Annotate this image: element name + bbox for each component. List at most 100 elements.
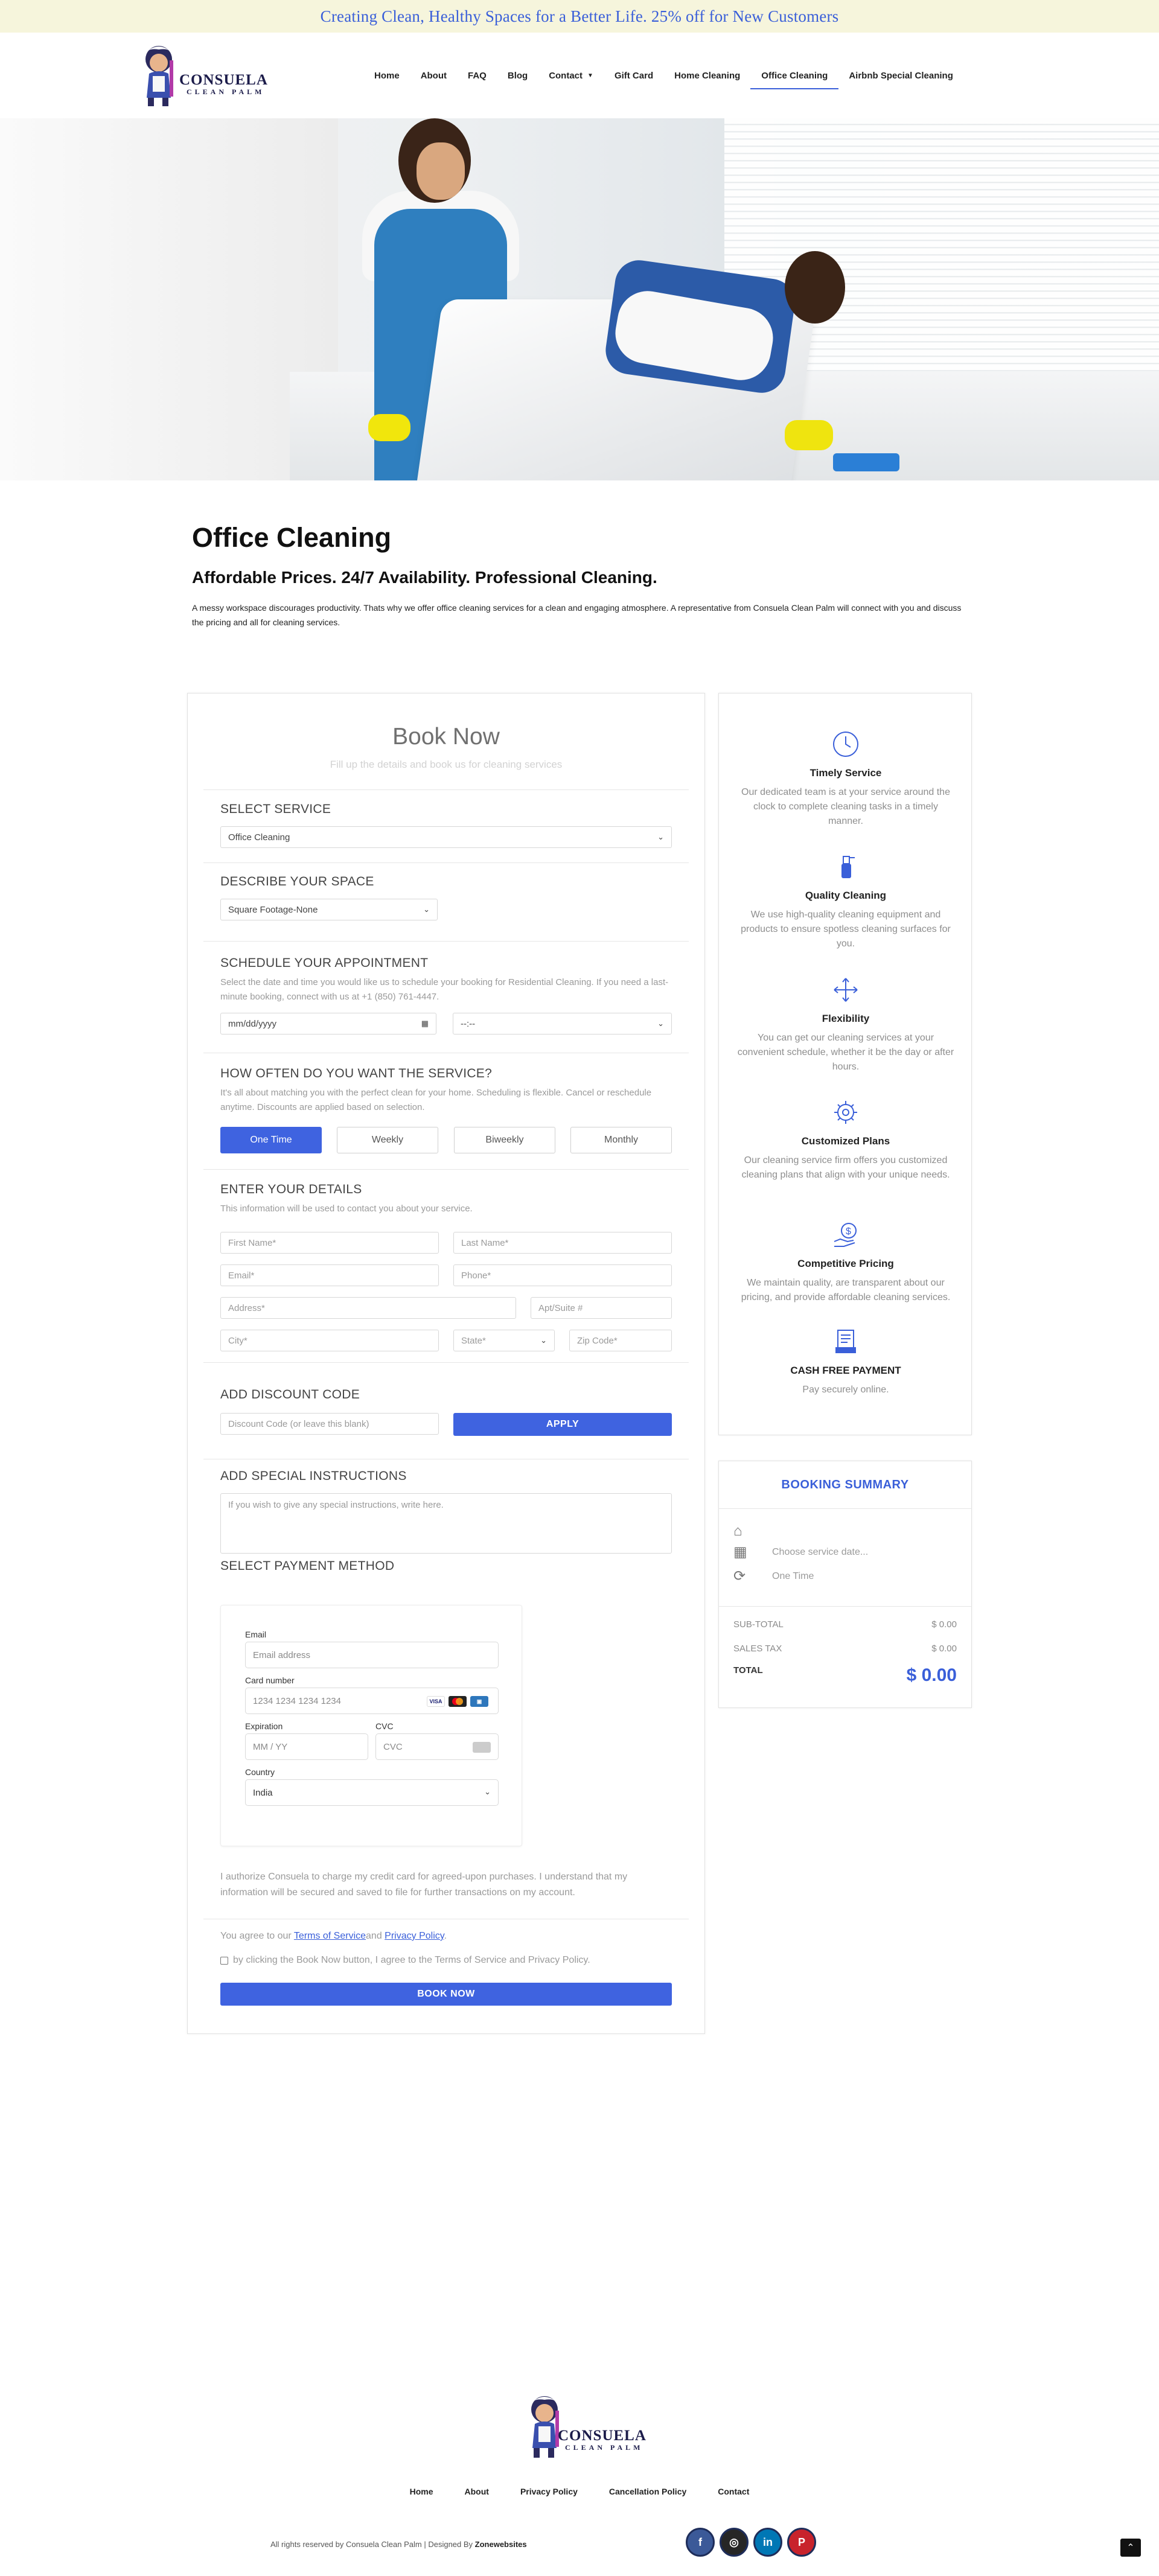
linkedin-icon[interactable]: in <box>753 2528 782 2557</box>
social-links: f ◎ in P <box>686 2528 821 2557</box>
nav-about[interactable]: About <box>421 66 447 86</box>
refresh-icon: ⟳ <box>733 1568 746 1584</box>
schedule-heading: SCHEDULE YOUR APPOINTMENT <box>220 956 429 970</box>
nav-blog[interactable]: Blog <box>508 66 528 86</box>
footer-link-cancellation[interactable]: Cancellation Policy <box>609 2487 686 2496</box>
time-select[interactable]: --:-- ⌄ <box>453 1013 672 1035</box>
nav-home-cleaning[interactable]: Home Cleaning <box>674 66 740 86</box>
pinterest-icon[interactable]: P <box>787 2528 816 2557</box>
freq-weekly[interactable]: Weekly <box>337 1127 438 1153</box>
discount-section: ADD DISCOUNT CODE Discount Code (or leav… <box>220 1388 672 1436</box>
square-footage-select[interactable]: Square Footage-None ⌄ <box>220 899 438 920</box>
square-footage-value: Square Footage-None <box>228 904 318 915</box>
city-input[interactable]: City* <box>220 1330 439 1351</box>
book-now-button[interactable]: BOOK NOW <box>220 1983 672 2006</box>
freq-biweekly[interactable]: Biweekly <box>454 1127 555 1153</box>
summary-title: BOOKING SUMMARY <box>781 1478 909 1491</box>
footer-link-privacy[interactable]: Privacy Policy <box>520 2487 578 2496</box>
nav-contact-label: Contact <box>549 70 583 81</box>
facebook-icon[interactable]: f <box>686 2528 715 2557</box>
caret-down-icon: ▼ <box>587 72 593 79</box>
chevron-down-icon: ⌄ <box>423 905 430 914</box>
nav-contact[interactable]: Contact ▼ <box>549 66 593 86</box>
logo-subtitle: CLEAN PALM <box>187 87 265 96</box>
card-number-label: Card number <box>245 1675 295 1685</box>
select-service-heading: SELECT SERVICE <box>220 802 331 816</box>
logo-title: CONSUELA <box>179 71 268 88</box>
svg-text:$: $ <box>846 1226 851 1237</box>
summary-frequency: One Time <box>772 1570 814 1581</box>
summary-date: Choose service date... <box>772 1546 869 1557</box>
terms-link[interactable]: Terms of Service <box>294 1931 366 1941</box>
apt-input[interactable]: Apt/Suite # <box>531 1297 672 1319</box>
freq-one-time[interactable]: One Time <box>220 1127 322 1153</box>
time-placeholder: --:-- <box>461 1018 476 1029</box>
email-input[interactable]: Email* <box>220 1264 439 1286</box>
card-payment-form: Email Email address Card number 1234 123… <box>220 1605 522 1846</box>
service-select[interactable]: Office Cleaning ⌄ <box>220 826 672 848</box>
nav-gift-card[interactable]: Gift Card <box>615 66 653 86</box>
country-label: Country <box>245 1767 275 1777</box>
describe-space-heading: DESCRIBE YOUR SPACE <box>220 875 374 888</box>
footer-link-contact[interactable]: Contact <box>718 2487 749 2496</box>
card-email-label: Email <box>245 1630 267 1639</box>
nav-faq[interactable]: FAQ <box>468 66 487 86</box>
first-name-input[interactable]: First Name* <box>220 1232 439 1254</box>
date-input[interactable]: mm/dd/yyyy ▦ <box>220 1013 436 1035</box>
nav-airbnb-cleaning[interactable]: Airbnb Special Cleaning <box>849 66 953 86</box>
feature-description: Our cleaning service firm offers you cus… <box>741 1155 950 1180</box>
site-logo[interactable]: CONSUELA CLEAN PALM <box>136 42 268 109</box>
feature-title: Customized Plans <box>801 1135 890 1147</box>
calendar-icon: ▦ <box>733 1544 747 1560</box>
gear-icon <box>831 1098 860 1127</box>
cvc-input[interactable]: CVC <box>375 1733 499 1760</box>
date-placeholder: mm/dd/yyyy <box>228 1018 277 1029</box>
hero-image <box>0 118 1159 480</box>
card-number-placeholder: 1234 1234 1234 1234 <box>253 1695 341 1706</box>
total-label: TOTAL <box>733 1665 763 1675</box>
card-email-input[interactable]: Email address <box>245 1642 499 1668</box>
divider <box>203 862 689 863</box>
chevron-down-icon: ⌄ <box>657 1019 664 1028</box>
instagram-icon[interactable]: ◎ <box>720 2528 749 2557</box>
mastercard-icon <box>449 1696 467 1707</box>
agreement-section: You agree to our Terms of Serviceand Pri… <box>220 1931 672 1966</box>
divider <box>203 941 689 942</box>
apply-discount-button[interactable]: APPLY <box>453 1413 672 1436</box>
feature-description: Pay securely online. <box>802 1385 889 1395</box>
expiration-input[interactable]: MM / YY <box>245 1733 368 1760</box>
subtotal-label: SUB-TOTAL <box>733 1619 784 1630</box>
service-select-value: Office Cleaning <box>228 832 290 843</box>
intro-text: A messy workspace discourages productivi… <box>192 603 962 627</box>
schedule-section: SCHEDULE YOUR APPOINTMENT Select the dat… <box>220 956 672 1035</box>
instructions-section: ADD SPECIAL INSTRUCTIONS If you wish to … <box>220 1469 672 1554</box>
cvc-label: CVC <box>375 1721 394 1731</box>
divider <box>203 1362 689 1363</box>
nav-home[interactable]: Home <box>374 66 400 86</box>
footer-link-about[interactable]: About <box>465 2487 489 2496</box>
divider <box>203 789 689 790</box>
footer-logo[interactable]: CONSUELA CLEAN PALM <box>522 2390 646 2469</box>
freq-monthly[interactable]: Monthly <box>570 1127 672 1153</box>
last-name-input[interactable]: Last Name* <box>453 1232 672 1254</box>
country-select[interactable]: India ⌄ <box>245 1779 499 1806</box>
privacy-link[interactable]: Privacy Policy <box>385 1931 444 1941</box>
zip-input[interactable]: Zip Code* <box>569 1330 672 1351</box>
footer-link-home[interactable]: Home <box>410 2487 433 2496</box>
phone-input[interactable]: Phone* <box>453 1264 672 1286</box>
feature-description: We use high-quality cleaning equipment a… <box>741 910 951 949</box>
instructions-textarea[interactable]: If you wish to give any special instruct… <box>220 1493 672 1554</box>
nav-office-cleaning[interactable]: Office Cleaning <box>750 66 839 89</box>
authorize-section: I authorize Consuela to charge my credit… <box>220 1864 672 1901</box>
card-number-input[interactable]: 1234 1234 1234 1234 VISA ▣ <box>245 1688 499 1714</box>
address-input[interactable]: Address* <box>220 1297 516 1319</box>
scroll-to-top-icon[interactable]: ⌃ <box>1120 2539 1141 2557</box>
subtotal-value: $ 0.00 <box>931 1619 957 1630</box>
designer-link[interactable]: Zonewebsites <box>475 2540 527 2549</box>
state-select[interactable]: State* ⌄ <box>453 1330 555 1351</box>
frequency-section: HOW OFTEN DO YOU WANT THE SERVICE? It's … <box>220 1066 672 1153</box>
discount-code-input[interactable]: Discount Code (or leave this blank) <box>220 1413 439 1435</box>
arrows-icon <box>831 975 860 1004</box>
agreement-checkbox[interactable] <box>220 1956 228 1965</box>
feature-timely-service: Timely Service Our dedicated team is at … <box>719 730 972 829</box>
